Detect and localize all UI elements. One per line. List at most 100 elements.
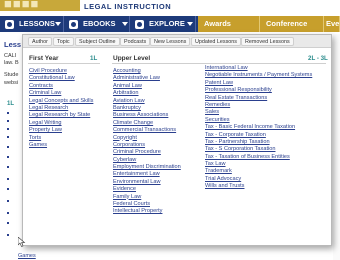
list-item[interactable]: Tax - Taxation of Business Entities (205, 154, 312, 161)
list-item[interactable]: Animal Law (113, 83, 181, 90)
gear-icon (69, 20, 78, 29)
logo-mark: ■■■■ (4, 0, 40, 11)
list-item[interactable]: Criminal Law (29, 90, 93, 97)
intro-text: CALI (4, 53, 17, 59)
list-bullet (7, 234, 9, 236)
list-item[interactable]: Sales (205, 109, 312, 116)
nav-conference-button[interactable]: Conference (260, 16, 324, 32)
gear-icon (135, 20, 144, 29)
list-item[interactable]: Wills and Trusts (205, 183, 312, 190)
upper-level-code: 2L - 3L (308, 55, 328, 62)
divider (28, 63, 100, 64)
tab-podcasts[interactable]: Podcasts (120, 37, 151, 46)
list-item[interactable]: Climate Change (113, 120, 181, 127)
list-item[interactable]: Tax - Corporate Taxation (205, 132, 312, 139)
list-item[interactable]: Real Estate Transactions (205, 95, 312, 102)
list-item[interactable]: Bankruptcy (113, 105, 181, 112)
nav-ebooks-label: EBOOKS (83, 19, 116, 28)
nav-awards-button[interactable]: Awards (198, 16, 260, 32)
intro-text: Stude (4, 72, 19, 78)
list-item[interactable]: Intellectual Property (113, 208, 181, 215)
list-item[interactable]: Tax - Partnership Taxation (205, 139, 312, 146)
chevron-down-icon (122, 22, 128, 26)
topic-bullet-column (2, 98, 18, 248)
tab-removed-lessons[interactable]: Removed Lessons (241, 37, 294, 46)
list-bullet (7, 128, 9, 130)
list-item[interactable]: Securities (205, 117, 312, 124)
list-item[interactable]: Tax Law (205, 161, 312, 168)
list-item[interactable]: Property Law (29, 127, 93, 134)
list-item[interactable]: Negotiable Instruments / Payment Systems (205, 72, 312, 79)
cali-logo[interactable]: ■■■■ (0, 0, 80, 11)
list-item[interactable]: Legal Concepts and Skills (29, 98, 93, 105)
mouse-pointer-icon (18, 237, 26, 247)
gear-icon (5, 20, 14, 29)
list-bullet (7, 212, 9, 214)
lessons-dropdown-menu: Author Topic Subject Outline Podcasts Ne… (22, 34, 332, 246)
list-bullet (7, 136, 9, 138)
upper-level-heading: Upper Level (113, 55, 151, 62)
list-item[interactable]: Tax - S Corporation Taxation (205, 146, 312, 153)
list-item[interactable]: Commercial Transactions (113, 127, 181, 134)
list-item[interactable]: Copyright (113, 135, 181, 142)
list-item[interactable]: Federal Courts (113, 201, 181, 208)
list-item[interactable]: Legal Research by State (29, 112, 93, 119)
list-bullet (7, 188, 9, 190)
list-item[interactable]: Games (29, 142, 93, 149)
list-item[interactable]: Torts (29, 135, 93, 142)
list-item[interactable]: International Law (205, 65, 312, 72)
list-item[interactable]: Business Associations (113, 112, 181, 119)
list-item[interactable]: Civil Procedure (29, 68, 93, 75)
list-item[interactable]: Aviation Law (113, 98, 181, 105)
list-item[interactable]: Tax - Basic Federal Income Taxation (205, 124, 312, 131)
list-item[interactable]: Corporations (113, 142, 181, 149)
upper-level-list-1: Accounting Administrative Law Animal Law… (113, 68, 181, 216)
list-item[interactable]: Criminal Procedure (113, 149, 181, 156)
list-item[interactable]: Patent Law (205, 80, 312, 87)
list-item[interactable]: Family Law (113, 194, 181, 201)
list-item[interactable]: Remedies (205, 102, 312, 109)
list-item[interactable]: Cyberlaw (113, 157, 181, 164)
nav-explore-label: EXPLORE (149, 19, 185, 28)
list-item[interactable]: Trademark (205, 168, 312, 175)
tab-subject-outline[interactable]: Subject Outline (75, 37, 120, 46)
nav-events-label: Even (326, 19, 340, 28)
chevron-down-icon (187, 22, 193, 26)
games-link[interactable]: Games (18, 253, 36, 259)
page-title: Less (4, 40, 22, 49)
list-item[interactable]: Evidence (113, 186, 181, 193)
tab-author[interactable]: Author (28, 37, 52, 46)
list-bullet (7, 146, 9, 148)
list-item[interactable]: Legal Research (29, 105, 93, 112)
list-item[interactable]: Entertainment Law (113, 171, 181, 178)
nav-lessons-label: LESSONS (19, 19, 55, 28)
list-item[interactable]: Professional Responsibility (205, 87, 312, 94)
list-item[interactable]: Accounting (113, 68, 181, 75)
nav-events-button[interactable]: Even (324, 16, 340, 32)
list-item[interactable]: Administrative Law (113, 75, 181, 82)
list-item[interactable]: Legal Writing (29, 120, 93, 127)
first-year-code: 1L (90, 55, 98, 62)
dropdown-tab-bar: Author Topic Subject Outline Podcasts Ne… (23, 35, 331, 48)
list-item[interactable]: Arbitration (113, 90, 181, 97)
list-item[interactable]: Contracts (29, 83, 93, 90)
site-tagline: LEGAL INSTRUCTION (84, 2, 172, 11)
nav-awards-label: Awards (204, 19, 231, 28)
list-item[interactable]: Trial Advocacy (205, 176, 312, 183)
first-year-heading: First Year (29, 55, 59, 62)
upper-level-list-2: International Law Negotiable Instruments… (205, 65, 312, 191)
nav-ebooks-button[interactable]: EBOOKS (64, 16, 130, 32)
tab-new-lessons[interactable]: New Lessons (150, 37, 191, 46)
chevron-down-icon (55, 22, 61, 26)
intro-text: websi (4, 80, 19, 86)
list-bullet (7, 166, 9, 168)
list-bullet (7, 222, 9, 224)
list-item[interactable]: Environmental Law (113, 179, 181, 186)
list-item[interactable]: Constitutional Law (29, 75, 93, 82)
tab-updated-lessons[interactable]: Updated Lessons (191, 37, 241, 46)
page-margin (333, 34, 340, 260)
list-bullet (7, 120, 9, 122)
list-item[interactable]: Employment Discrimination (113, 164, 181, 171)
site-header: ■■■■ LEGAL INSTRUCTION (0, 0, 340, 16)
tab-topic[interactable]: Topic (53, 37, 74, 46)
